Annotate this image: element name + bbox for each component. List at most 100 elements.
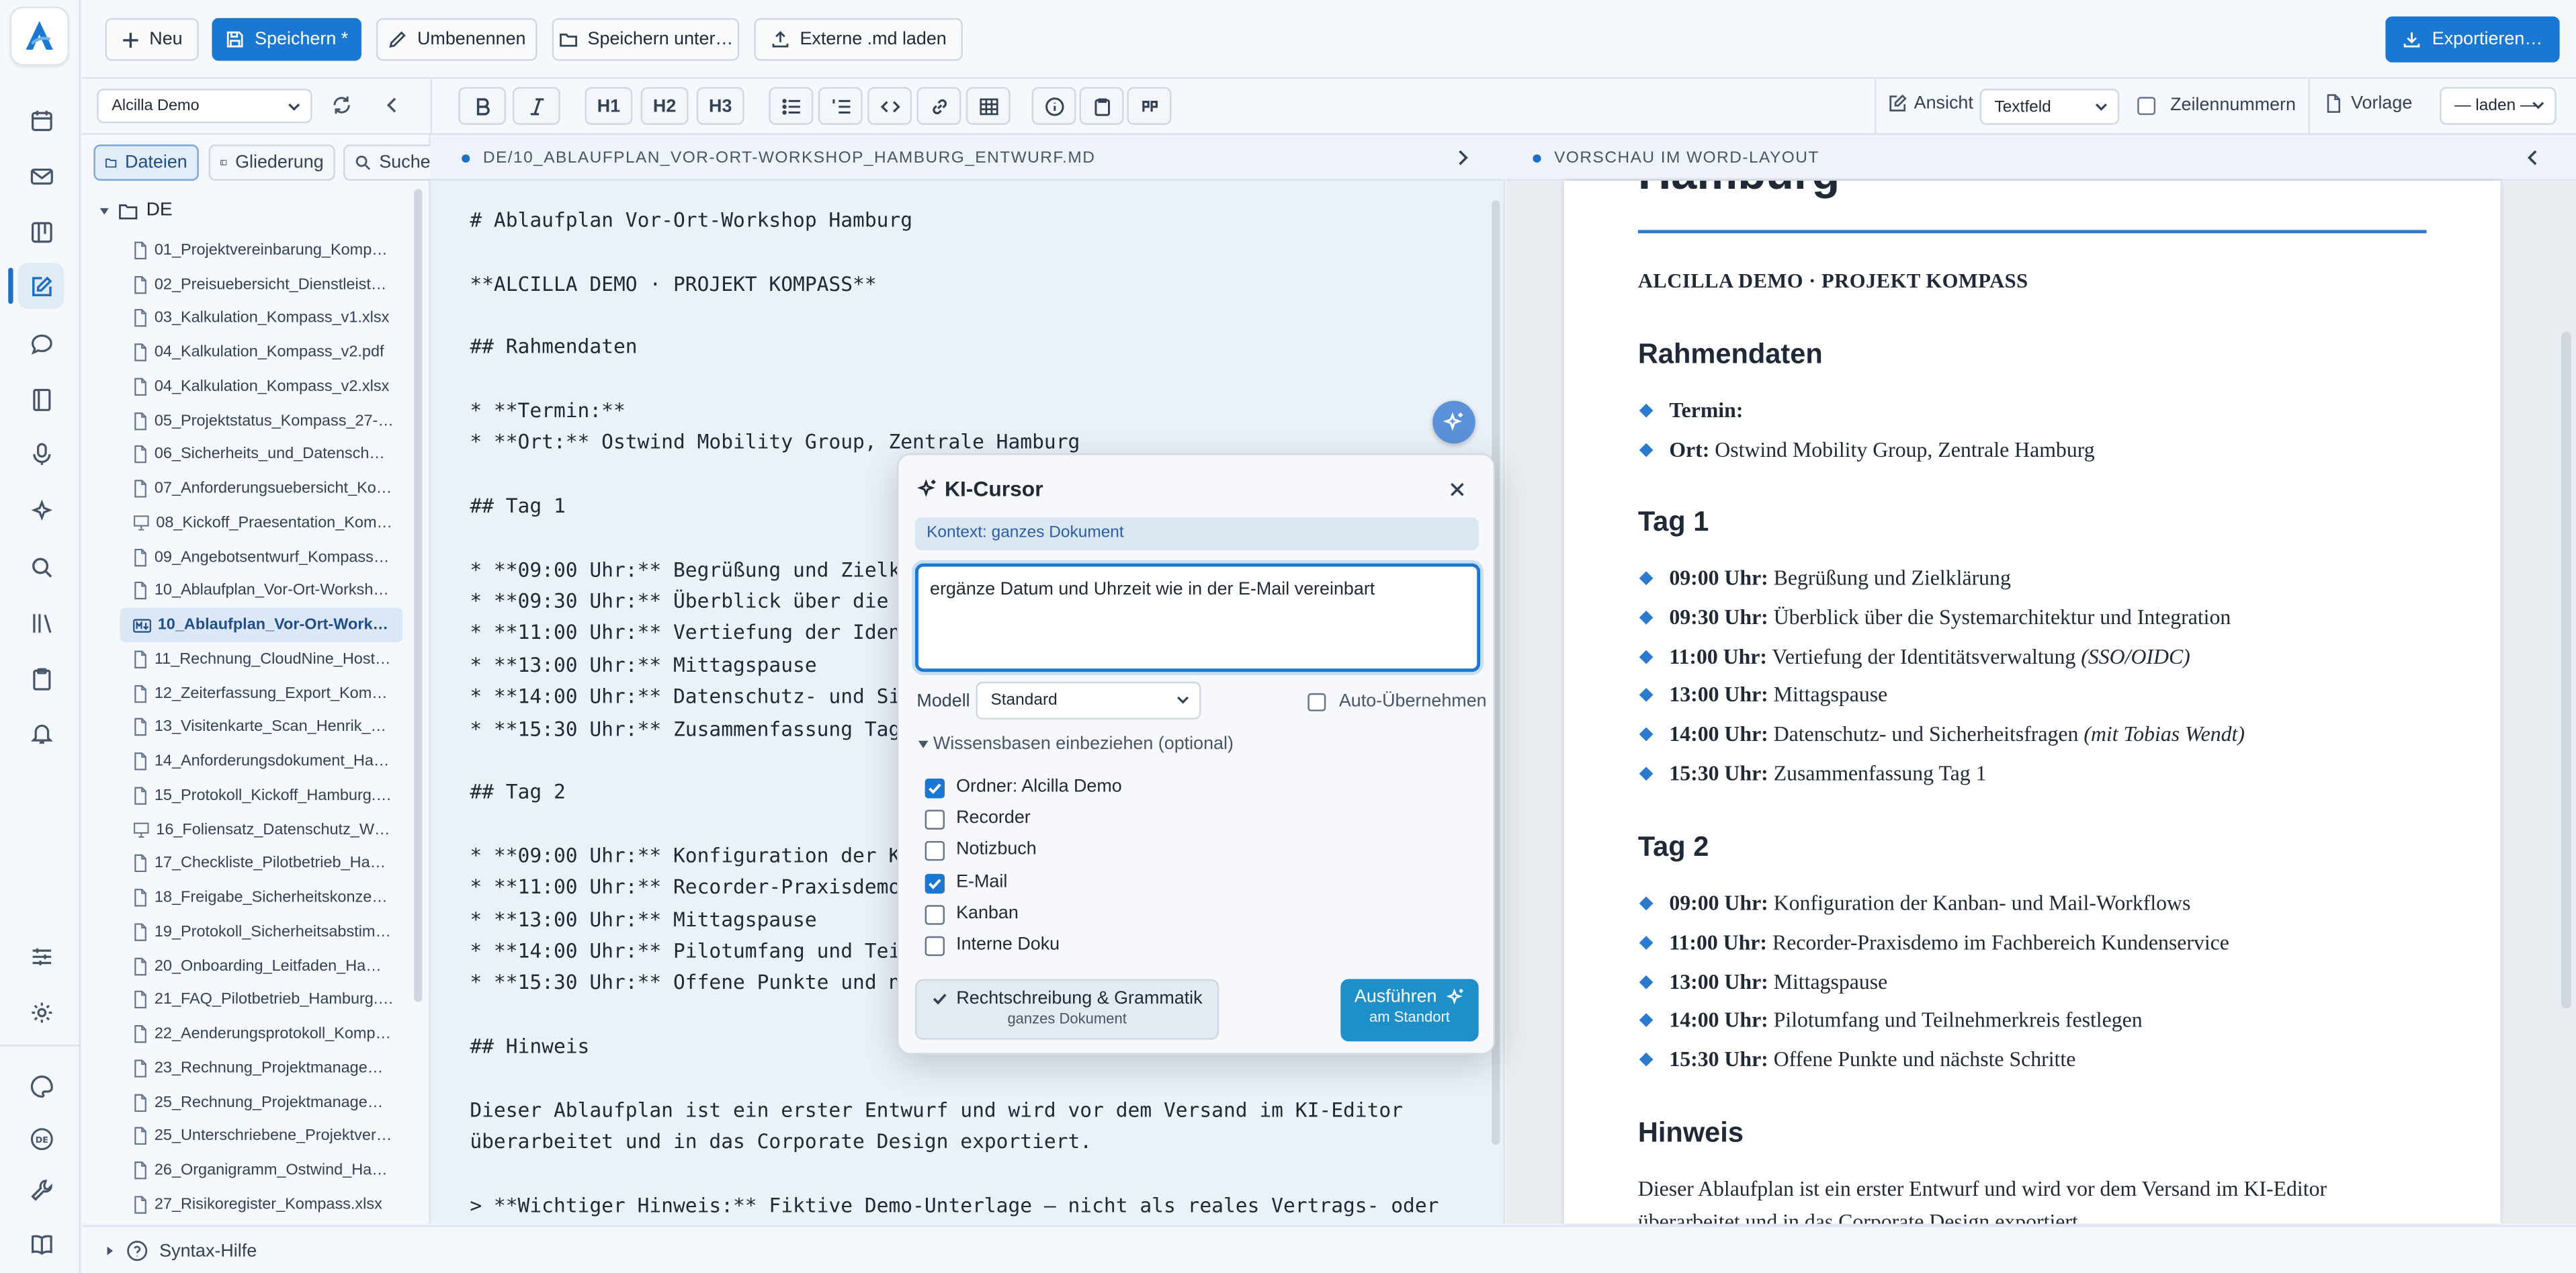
tab-outline[interactable]: Gliederung bbox=[208, 144, 335, 181]
rename-button[interactable]: Umbenennen bbox=[376, 17, 538, 61]
language-de-icon[interactable]: DE bbox=[18, 1115, 64, 1161]
file-item[interactable]: 23_Rechnung_Projektmanage… bbox=[120, 1051, 402, 1086]
save-button[interactable]: Speichern * bbox=[212, 17, 361, 61]
clipboard-button[interactable] bbox=[1079, 87, 1124, 125]
bell-icon[interactable] bbox=[18, 709, 64, 755]
prompt-textarea[interactable]: ergänze Datum und Uhrzeit wie in der E-M… bbox=[914, 563, 1481, 672]
file-item[interactable]: 07_Anforderungsuebersicht_Ko… bbox=[120, 472, 402, 506]
chevron-right-icon[interactable] bbox=[1453, 148, 1472, 167]
file-item[interactable]: 17_Checkliste_Pilotbetrieb_Ha… bbox=[120, 847, 402, 881]
close-icon[interactable] bbox=[1449, 481, 1465, 497]
file-item[interactable]: 03_Kalkulation_Kompass_v1.xlsx bbox=[120, 302, 402, 336]
kb-checkbox[interactable] bbox=[925, 904, 945, 925]
new-button[interactable]: Neu bbox=[105, 17, 199, 61]
syntax-help-toggle[interactable]: Syntax-Hilfe bbox=[105, 1240, 257, 1262]
item-text: Pilotumfang und Teilnehmerkreis festlege… bbox=[1768, 1007, 2143, 1033]
sliders-icon[interactable] bbox=[18, 933, 64, 979]
file-item[interactable]: 22_Aenderungsprotokoll_Komp… bbox=[120, 1017, 402, 1051]
file-item[interactable]: 01_Projektvereinbarung_Komp… bbox=[120, 233, 402, 267]
preview-scrollbar[interactable] bbox=[2561, 331, 2571, 1009]
h2-button[interactable]: H2 bbox=[640, 87, 689, 125]
save-as-button[interactable]: Speichern unter… bbox=[552, 17, 740, 61]
file-item[interactable]: 06_Sicherheits_und_Datensch… bbox=[120, 438, 402, 472]
library-icon[interactable] bbox=[18, 599, 64, 645]
kb-checkbox[interactable] bbox=[925, 873, 945, 893]
file-item[interactable]: 20_Onboarding_Leitfaden_Ha… bbox=[120, 949, 402, 983]
file-item[interactable]: 25_Unterschriebene_Projektver… bbox=[120, 1119, 402, 1153]
settings-icon[interactable] bbox=[18, 989, 64, 1035]
file-item[interactable]: 04_Kalkulation_Kompass_v2.xlsx bbox=[120, 369, 402, 404]
ki-cursor-fab[interactable] bbox=[1432, 400, 1475, 444]
file-item[interactable]: 05_Projektstatus_Kompass_27-… bbox=[120, 404, 402, 438]
chat-icon[interactable] bbox=[18, 320, 64, 366]
export-button[interactable]: Exportieren… bbox=[2385, 16, 2560, 62]
svg-text:DE: DE bbox=[35, 1134, 48, 1144]
app-logo[interactable] bbox=[9, 6, 69, 66]
workspace-select[interactable]: Alcilla Demo bbox=[97, 89, 312, 124]
file-item[interactable]: 26_Organigramm_Ostwind_Ha… bbox=[120, 1153, 402, 1188]
file-item[interactable]: 19_Protokoll_Sicherheitsabstim… bbox=[120, 915, 402, 949]
load-external-md-button[interactable]: Externe .md laden bbox=[754, 17, 963, 61]
kb-checkbox[interactable] bbox=[925, 779, 945, 799]
line-numbers-checkbox[interactable] bbox=[2137, 97, 2156, 116]
clipboard-icon[interactable] bbox=[18, 656, 64, 701]
info-button[interactable] bbox=[1031, 87, 1076, 125]
file-item[interactable]: 10_Ablaufplan_Vor-Ort-Worksh… bbox=[120, 574, 402, 609]
mail-icon[interactable] bbox=[18, 152, 64, 198]
bullet-list-button[interactable] bbox=[769, 87, 814, 125]
book-icon[interactable] bbox=[18, 1221, 64, 1266]
file-item[interactable]: 11_Rechnung_CloudNine_Host… bbox=[120, 642, 402, 676]
tab-files[interactable]: Dateien bbox=[93, 144, 199, 181]
file-item[interactable]: 13_Visitenkarte_Scan_Henrik_… bbox=[120, 711, 402, 745]
file-item[interactable]: 04_Kalkulation_Kompass_v2.pdf bbox=[120, 335, 402, 369]
sparkle-icon[interactable] bbox=[18, 488, 64, 533]
bold-button[interactable] bbox=[458, 87, 507, 125]
file-item[interactable]: 15_Protokoll_Kickoff_Hamburg.… bbox=[120, 779, 402, 813]
link-button[interactable] bbox=[916, 87, 961, 125]
kb-checkbox[interactable] bbox=[925, 809, 945, 830]
quote-button[interactable] bbox=[1127, 87, 1172, 125]
microphone-icon[interactable] bbox=[18, 431, 64, 476]
template-select[interactable]: — laden — bbox=[2440, 87, 2557, 125]
editor-icon[interactable] bbox=[8, 263, 65, 309]
file-item-active[interactable]: 10_Ablaufplan_Vor-Ort-Work… bbox=[120, 608, 403, 643]
kb-checkbox[interactable] bbox=[925, 841, 945, 862]
numbered-list-button[interactable] bbox=[818, 87, 863, 125]
file-item[interactable]: 25_Rechnung_Projektmanage… bbox=[120, 1086, 402, 1120]
file-item[interactable]: 12_Zeiterfassung_Export_Kom… bbox=[120, 676, 402, 711]
file-item[interactable]: 18_Freigabe_Sicherheitskonze… bbox=[120, 881, 402, 915]
h1-button[interactable]: H1 bbox=[585, 87, 633, 125]
spellcheck-button[interactable]: Rechtschreibung & Grammatik ganzes Dokum… bbox=[914, 979, 1219, 1040]
folder-de[interactable]: DE bbox=[99, 200, 173, 220]
collapse-sidebar-icon[interactable] bbox=[383, 95, 402, 115]
search-icon[interactable] bbox=[18, 543, 64, 589]
model-select[interactable]: Standard bbox=[976, 681, 1201, 719]
wrench-icon[interactable] bbox=[18, 1166, 64, 1212]
table-button[interactable] bbox=[965, 87, 1011, 125]
refresh-icon[interactable] bbox=[330, 93, 353, 116]
file-item[interactable]: 27_Risikoregister_Kompass.xlsx bbox=[120, 1188, 402, 1222]
file-item[interactable]: 09_Angebotsentwurf_Kompass… bbox=[120, 540, 402, 574]
knowledge-base-toggle[interactable]: Wissensbasen einbeziehen (optional) bbox=[916, 734, 1234, 754]
file-item[interactable]: 21_FAQ_Pilotbetrieb_Hamburg.… bbox=[120, 983, 402, 1017]
tab-search[interactable]: Suche bbox=[343, 144, 442, 181]
code-button[interactable] bbox=[867, 87, 912, 125]
palette-icon[interactable] bbox=[18, 1063, 64, 1108]
italic-button[interactable] bbox=[512, 87, 560, 125]
kb-checkbox[interactable] bbox=[925, 936, 945, 957]
chevron-left-icon[interactable] bbox=[2524, 148, 2543, 167]
file-item[interactable]: 14_Anforderungsdokument_Ha… bbox=[120, 744, 402, 779]
auto-apply-checkbox[interactable] bbox=[1307, 693, 1326, 711]
view-select[interactable]: Textfeld bbox=[1979, 89, 2120, 125]
h3-button[interactable]: H3 bbox=[696, 87, 744, 125]
calendar-icon[interactable] bbox=[18, 97, 64, 142]
file-item[interactable]: 08_Kickoff_Praesentation_Kom… bbox=[120, 506, 402, 540]
sidebar-scrollbar[interactable] bbox=[414, 189, 423, 1002]
run-button[interactable]: Ausführen am Standort bbox=[1340, 979, 1479, 1042]
kb-label: Interne Doku bbox=[956, 934, 1060, 955]
notebook-icon[interactable] bbox=[18, 376, 64, 422]
kanban-icon[interactable] bbox=[18, 209, 64, 255]
file-item[interactable]: 16_Foliensatz_Datenschutz_W… bbox=[120, 813, 402, 847]
file-item[interactable]: 02_Preisuebersicht_Dienstleist… bbox=[120, 267, 402, 302]
